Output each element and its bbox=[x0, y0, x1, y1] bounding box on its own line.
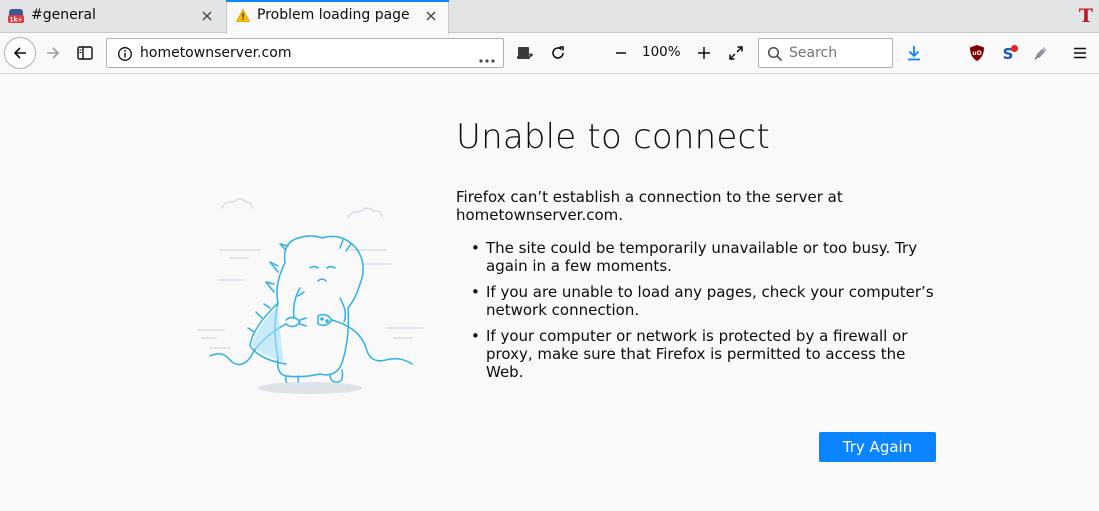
tab-label-problem: Problem loading page bbox=[257, 7, 410, 23]
extension-reader-button[interactable] bbox=[514, 42, 536, 64]
fullscreen-button[interactable] bbox=[724, 41, 748, 65]
zoom-out-button[interactable] bbox=[609, 41, 633, 65]
url-bar[interactable]: hometownserver.com bbox=[106, 38, 504, 68]
error-reasons-list: The site could be temporarily unavailabl… bbox=[471, 239, 946, 389]
download-arrow-icon bbox=[908, 46, 920, 61]
list-item: If your computer or network is protected… bbox=[471, 327, 946, 381]
extension-t-icon[interactable]: T bbox=[1079, 5, 1093, 27]
list-item: The site could be temporarily unavailabl… bbox=[471, 239, 946, 275]
page-actions-icon[interactable] bbox=[479, 51, 495, 67]
tab-general[interactable]: 1k+ #general bbox=[0, 0, 224, 33]
close-icon[interactable] bbox=[199, 8, 215, 24]
app-menu-button[interactable] bbox=[1068, 41, 1092, 65]
minus-icon bbox=[616, 52, 626, 54]
svg-text:uO: uO bbox=[972, 50, 981, 57]
back-button[interactable] bbox=[4, 37, 36, 69]
chat-badge: 1k+ bbox=[9, 17, 22, 24]
tab-problem-loading[interactable]: Problem loading page bbox=[226, 0, 449, 34]
reload-icon bbox=[552, 46, 564, 59]
forward-button[interactable] bbox=[41, 41, 65, 65]
search-bar[interactable] bbox=[758, 38, 893, 68]
error-description: Firefox can’t establish a connection to … bbox=[456, 188, 843, 224]
puzzle-extension-icon bbox=[1034, 47, 1047, 60]
back-arrow-icon bbox=[13, 47, 26, 59]
reader-extension-icon bbox=[517, 47, 533, 59]
try-again-button[interactable]: Try Again bbox=[819, 432, 936, 462]
hamburger-menu-icon bbox=[1074, 47, 1086, 59]
tab-strip: 1k+ #general Problem loading page T bbox=[0, 0, 1099, 34]
error-page: Unable to connect Firefox can’t establis… bbox=[0, 75, 1099, 511]
extension-s-button[interactable]: S bbox=[999, 41, 1021, 65]
disconnected-plug-illustration-icon bbox=[197, 198, 423, 394]
warning-icon bbox=[235, 8, 252, 25]
close-icon[interactable] bbox=[423, 8, 439, 24]
zoom-level-button[interactable]: 100% bbox=[642, 44, 681, 60]
ublock-shield-icon: uO bbox=[970, 45, 984, 61]
expand-icon bbox=[729, 46, 743, 60]
extension-ublock-button[interactable]: uO bbox=[966, 41, 988, 65]
extension-gray-button[interactable] bbox=[1030, 41, 1052, 65]
info-icon[interactable] bbox=[117, 46, 133, 62]
chat-app-icon: 1k+ bbox=[8, 8, 24, 24]
search-icon bbox=[767, 46, 783, 66]
sidebar-icon bbox=[77, 46, 93, 60]
plus-icon bbox=[698, 47, 710, 59]
url-text[interactable]: hometownserver.com bbox=[140, 45, 291, 61]
list-item: If you are unable to load any pages, che… bbox=[471, 283, 946, 319]
page-title: Unable to connect bbox=[456, 117, 770, 157]
tab-label-general: #general bbox=[31, 7, 96, 23]
forward-arrow-icon bbox=[47, 47, 60, 59]
downloads-button[interactable] bbox=[902, 41, 926, 65]
navigation-toolbar: hometownserver.com 100% uO S bbox=[0, 34, 1099, 74]
s-extension-icon: S bbox=[1003, 45, 1018, 62]
zoom-in-button[interactable] bbox=[692, 41, 716, 65]
reload-button[interactable] bbox=[546, 41, 570, 65]
search-input[interactable] bbox=[789, 39, 889, 67]
sidebar-button[interactable] bbox=[73, 41, 97, 65]
